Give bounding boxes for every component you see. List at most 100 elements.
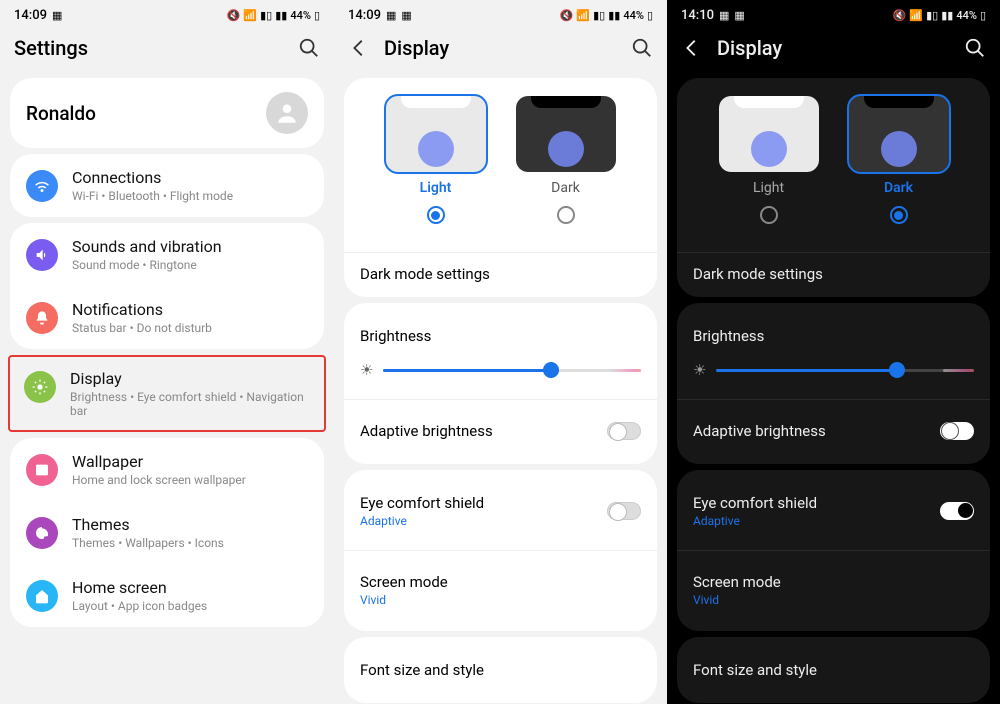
toggle-off-icon (607, 422, 641, 440)
theme-panel: Light Dark Dark mode settings (344, 78, 657, 297)
brightness-panel: Brightness ☀ Adaptive brightness (344, 303, 657, 464)
search-icon[interactable] (964, 37, 986, 59)
dark-preview (516, 96, 616, 172)
item-label: Home screen (72, 578, 308, 597)
light-preview (386, 96, 486, 172)
theme-option-dark[interactable]: Dark (516, 96, 616, 228)
image-icon (26, 454, 58, 486)
eye-sub: Adaptive (360, 514, 484, 528)
theme-label: Light (719, 180, 819, 196)
brightness-slider[interactable]: ☀ (693, 355, 974, 387)
item-label: Notifications (72, 300, 308, 319)
screen-display-light: 14:09 ▦ ▦ 🔇 📶 ▮▯ ▮▮ 44% ▯ Display Light (334, 0, 667, 704)
screenmode-label: Screen mode (360, 573, 641, 591)
adaptive-brightness-row[interactable]: Adaptive brightness (693, 412, 974, 450)
battery-icon: ▯ (647, 9, 653, 22)
back-icon[interactable] (348, 37, 370, 59)
page-title: Display (384, 36, 617, 60)
search-icon[interactable] (631, 37, 653, 59)
eye-label: Eye comfort shield (693, 494, 817, 512)
status-time: 14:09 (348, 8, 381, 23)
back-icon[interactable] (681, 37, 703, 59)
radio-on-icon (427, 206, 445, 224)
item-notifications[interactable]: Notifications Status bar • Do not distur… (10, 286, 324, 349)
wifi-icon (26, 170, 58, 202)
eye-comfort-row[interactable]: Eye comfort shield Adaptive (693, 484, 974, 538)
signal-icon: ▮▯ (926, 9, 938, 22)
item-sub: Status bar • Do not disturb (72, 321, 308, 335)
screenmode-sub: Vivid (360, 593, 641, 607)
screenmode-label: Screen mode (693, 573, 974, 591)
font-panel[interactable]: Font size and style (677, 637, 990, 703)
sun-icon: ☀ (360, 361, 373, 379)
item-label: Display (70, 369, 310, 388)
item-sounds[interactable]: Sounds and vibration Sound mode • Ringto… (10, 223, 324, 286)
wifi-icon: 📶 (909, 9, 923, 22)
toggle-off-icon (940, 422, 974, 440)
wifi-icon: 📶 (243, 9, 257, 22)
sound-icon (26, 239, 58, 271)
mute-icon: 🔇 (227, 9, 241, 22)
wifi-icon: 📶 (576, 9, 590, 22)
theme-option-dark[interactable]: Dark (849, 96, 949, 228)
signal-icon: ▮▯ (260, 9, 272, 22)
battery-text: 44% (956, 9, 977, 22)
dark-preview (849, 96, 949, 172)
status-app-icon: ▦ (52, 9, 62, 22)
adaptive-label: Adaptive brightness (360, 422, 493, 440)
statusbar: 14:09 ▦ ▦ 🔇 📶 ▮▯ ▮▮ 44% ▯ (334, 0, 667, 26)
item-label: Sounds and vibration (72, 237, 308, 256)
mute-icon: 🔇 (560, 9, 574, 22)
page-title: Settings (14, 36, 284, 60)
profile-card[interactable]: Ronaldo (10, 78, 324, 148)
light-preview (719, 96, 819, 172)
search-icon[interactable] (298, 37, 320, 59)
appbar: Settings (0, 26, 334, 72)
signal-icon: ▮▯ (593, 9, 605, 22)
item-sub: Home and lock screen wallpaper (72, 473, 308, 487)
palette-icon (26, 517, 58, 549)
item-label: Wallpaper (72, 452, 308, 471)
toggle-off-icon (607, 502, 641, 520)
item-themes[interactable]: Themes Themes • Wallpapers • Icons (10, 501, 324, 564)
radio-off-icon (557, 206, 575, 224)
brightness-label: Brightness (693, 327, 764, 345)
font-panel[interactable]: Font size and style (344, 637, 657, 703)
signal2-icon: ▮▮ (608, 9, 620, 22)
item-sub: Themes • Wallpapers • Icons (72, 536, 308, 550)
statusbar: 14:09 ▦ 🔇 📶 ▮▯ ▮▮ 44% ▯ (0, 0, 334, 26)
battery-text: 44% (623, 9, 644, 22)
eye-comfort-row[interactable]: Eye comfort shield Adaptive (360, 484, 641, 538)
item-connections[interactable]: Connections Wi-Fi • Bluetooth • Flight m… (10, 154, 324, 217)
item-homescreen[interactable]: Home screen Layout • App icon badges (10, 564, 324, 627)
screen-display-dark: 14:10 ▦ ▦ 🔇 📶 ▮▯ ▮▮ 44% ▯ Display Light (667, 0, 1000, 704)
page-title: Display (717, 36, 950, 60)
radio-off-icon (760, 206, 778, 224)
theme-option-light[interactable]: Light (386, 96, 486, 228)
bell-icon (26, 302, 58, 334)
item-wallpaper[interactable]: Wallpaper Home and lock screen wallpaper (10, 438, 324, 501)
comfort-panel: Eye comfort shield Adaptive Screen mode … (344, 470, 657, 631)
screen-mode-row[interactable]: Screen mode Vivid (360, 563, 641, 617)
screenmode-sub: Vivid (693, 593, 974, 607)
item-sub: Layout • App icon badges (72, 599, 308, 613)
status-app-icon: ▦ (401, 9, 411, 22)
screen-mode-row[interactable]: Screen mode Vivid (693, 563, 974, 617)
comfort-panel: Eye comfort shield Adaptive Screen mode … (677, 470, 990, 631)
appbar: Display (667, 26, 1000, 72)
screen-settings: 14:09 ▦ 🔇 📶 ▮▯ ▮▮ 44% ▯ Settings Ronaldo (0, 0, 334, 704)
theme-panel: Light Dark Dark mode settings (677, 78, 990, 297)
settings-group-1: Connections Wi-Fi • Bluetooth • Flight m… (10, 154, 324, 217)
dark-mode-settings-link[interactable]: Dark mode settings (360, 265, 641, 283)
radio-on-icon (890, 206, 908, 224)
font-label: Font size and style (693, 661, 817, 679)
item-display-highlighted[interactable]: Display Brightness • Eye comfort shield … (8, 355, 326, 432)
battery-text: 44% (290, 9, 311, 22)
theme-option-light[interactable]: Light (719, 96, 819, 228)
adaptive-brightness-row[interactable]: Adaptive brightness (360, 412, 641, 450)
toggle-on-icon (940, 502, 974, 520)
brightness-slider[interactable]: ☀ (360, 355, 641, 387)
eye-label: Eye comfort shield (360, 494, 484, 512)
font-label: Font size and style (360, 661, 484, 679)
dark-mode-settings-link[interactable]: Dark mode settings (693, 265, 974, 283)
